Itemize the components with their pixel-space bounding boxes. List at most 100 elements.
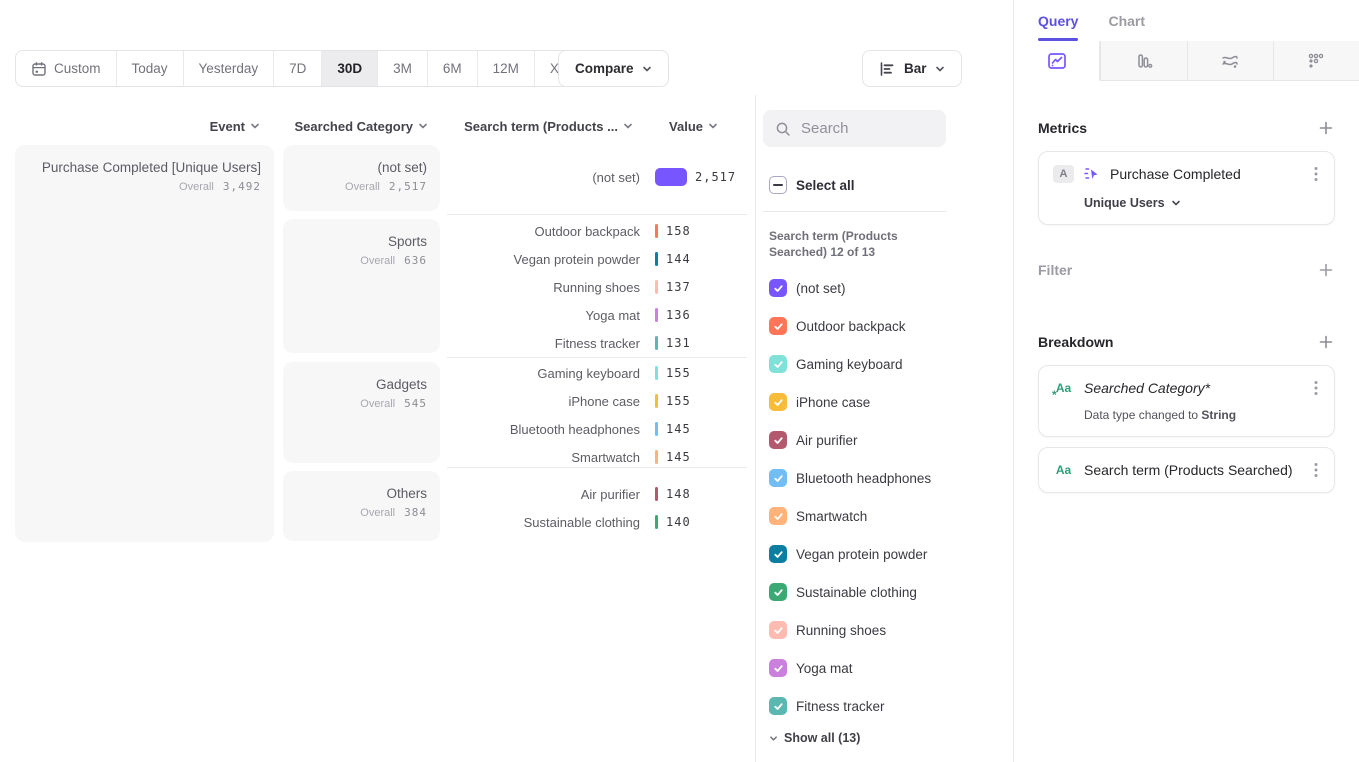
category-cell[interactable]: Gadgets Overall545 (283, 362, 440, 463)
series-item[interactable]: Sustainable clothing (763, 573, 931, 611)
table-row[interactable]: Running shoes 137 (447, 273, 747, 301)
series-item[interactable]: Vegan protein powder (763, 535, 931, 573)
chevron-down-icon (935, 64, 945, 74)
series-checkbox[interactable] (769, 317, 787, 335)
series-item[interactable]: Outdoor backpack (763, 307, 931, 345)
series-item[interactable]: Bluetooth headphones (763, 459, 931, 497)
range-yesterday[interactable]: Yesterday (184, 51, 275, 86)
range-30d[interactable]: 30D (322, 51, 378, 86)
chevron-down-icon (769, 734, 778, 743)
range-label: 7D (289, 61, 306, 76)
search-icon (775, 121, 791, 137)
series-checkbox[interactable] (769, 697, 787, 715)
bar-chart-icon (879, 61, 896, 77)
kebab-menu-icon[interactable] (1312, 460, 1320, 480)
value-bar (655, 252, 658, 266)
table-row[interactable]: (not set) 2,517 (447, 163, 747, 191)
query-panel-tabs: Query Chart (1014, 0, 1359, 41)
table-row[interactable]: Gaming keyboard 155 (447, 359, 747, 387)
series-item[interactable]: Fitness tracker (763, 687, 931, 725)
series-checkbox[interactable] (769, 659, 787, 677)
value-bar (655, 366, 658, 380)
series-item[interactable]: Gaming keyboard (763, 345, 931, 383)
value-text: 145 (666, 450, 691, 464)
range-6m[interactable]: 6M (428, 51, 478, 86)
series-checkbox[interactable] (769, 355, 787, 373)
breakdown-card-searched-category[interactable]: Aa* Searched Category* Data type changed… (1038, 365, 1335, 437)
value-bar (655, 308, 658, 322)
add-breakdown-button[interactable] (1317, 333, 1335, 351)
compare-button[interactable]: Compare (558, 50, 669, 87)
show-all-button[interactable]: Show all (13) (769, 731, 860, 745)
add-filter-button[interactable] (1317, 261, 1335, 279)
series-checkbox[interactable] (769, 621, 787, 639)
breakdown-card-search-term[interactable]: Aa Search term (Products Searched) (1038, 447, 1335, 493)
series-label: Smartwatch (796, 509, 867, 524)
metric-aggregation[interactable]: Unique Users (1084, 196, 1320, 210)
series-item[interactable]: Running shoes (763, 611, 931, 649)
breakdown-title: Breakdown (1038, 334, 1113, 350)
series-item[interactable]: iPhone case (763, 383, 931, 421)
table-row[interactable]: Sustainable clothing 140 (447, 508, 747, 536)
view-tab-funnels[interactable] (1100, 41, 1186, 81)
category-cell[interactable]: Others Overall384 (283, 471, 440, 541)
tab-query[interactable]: Query (1038, 0, 1078, 41)
value-bar (655, 224, 658, 238)
column-header-3[interactable]: Search term (Products ... (447, 118, 633, 134)
select-all[interactable]: Select all (763, 167, 855, 203)
category-name: Sports (296, 234, 427, 249)
table-row[interactable]: Air purifier 148 (447, 480, 747, 508)
value-text: 137 (666, 280, 691, 294)
series-item[interactable]: Yoga mat (763, 649, 931, 687)
event-cell[interactable]: Purchase Completed [Unique Users] Overal… (15, 145, 274, 542)
value-bar (655, 280, 658, 294)
table-row[interactable]: Vegan protein powder 144 (447, 245, 747, 273)
view-type-tabs (1014, 41, 1359, 81)
table-row[interactable]: Outdoor backpack 158 (447, 217, 747, 245)
view-tab-retention[interactable] (1273, 41, 1359, 81)
series-checkbox[interactable] (769, 469, 787, 487)
series-item[interactable]: Air purifier (763, 421, 931, 459)
column-header-4[interactable]: Value (630, 118, 718, 134)
series-item[interactable]: Smartwatch (763, 497, 931, 535)
series-checkbox[interactable] (769, 583, 787, 601)
view-tab-insights[interactable] (1014, 41, 1100, 81)
category-cell[interactable]: (not set) Overall2,517 (283, 145, 440, 211)
kebab-menu-icon[interactable] (1312, 378, 1320, 398)
table-row[interactable]: Fitness tracker 131 (447, 329, 747, 357)
table-row[interactable]: iPhone case 155 (447, 387, 747, 415)
series-item[interactable]: (not set) (763, 269, 931, 307)
table-row[interactable]: Bluetooth headphones 145 (447, 415, 747, 443)
category-cell[interactable]: Sports Overall636 (283, 219, 440, 353)
view-tab-flows[interactable] (1187, 41, 1273, 81)
breakdown-note: Data type changed to String (1084, 408, 1320, 422)
select-all-checkbox[interactable] (769, 176, 787, 194)
chart-type-label: Bar (904, 61, 927, 76)
series-checkbox[interactable] (769, 507, 787, 525)
category-overall: Overall545 (296, 397, 427, 410)
column-header-2[interactable]: Searched Category (283, 118, 428, 134)
search-input[interactable] (801, 120, 934, 137)
search-term-label: (not set) (447, 170, 640, 185)
range-12m[interactable]: 12M (478, 51, 535, 86)
range-7d[interactable]: 7D (274, 51, 322, 86)
filter-title: Filter (1038, 262, 1072, 278)
add-metric-button[interactable] (1317, 119, 1335, 137)
series-search[interactable] (763, 110, 946, 147)
event-name: Purchase Completed [Unique Users] (28, 160, 261, 175)
series-checkbox[interactable] (769, 393, 787, 411)
value-bar (655, 487, 658, 501)
series-checkbox[interactable] (769, 545, 787, 563)
chart-type-button[interactable]: Bar (862, 50, 962, 87)
metric-card[interactable]: A Purchase Completed Unique Users (1038, 151, 1335, 225)
table-row[interactable]: Yoga mat 136 (447, 301, 747, 329)
series-checkbox[interactable] (769, 431, 787, 449)
tab-chart[interactable]: Chart (1108, 0, 1145, 41)
range-custom[interactable]: Custom (16, 51, 117, 86)
series-checkbox[interactable] (769, 279, 787, 297)
range-today[interactable]: Today (117, 51, 184, 86)
column-header-1[interactable]: Event (100, 118, 260, 134)
range-3m[interactable]: 3M (378, 51, 428, 86)
series-label: iPhone case (796, 395, 870, 410)
kebab-menu-icon[interactable] (1312, 164, 1320, 184)
